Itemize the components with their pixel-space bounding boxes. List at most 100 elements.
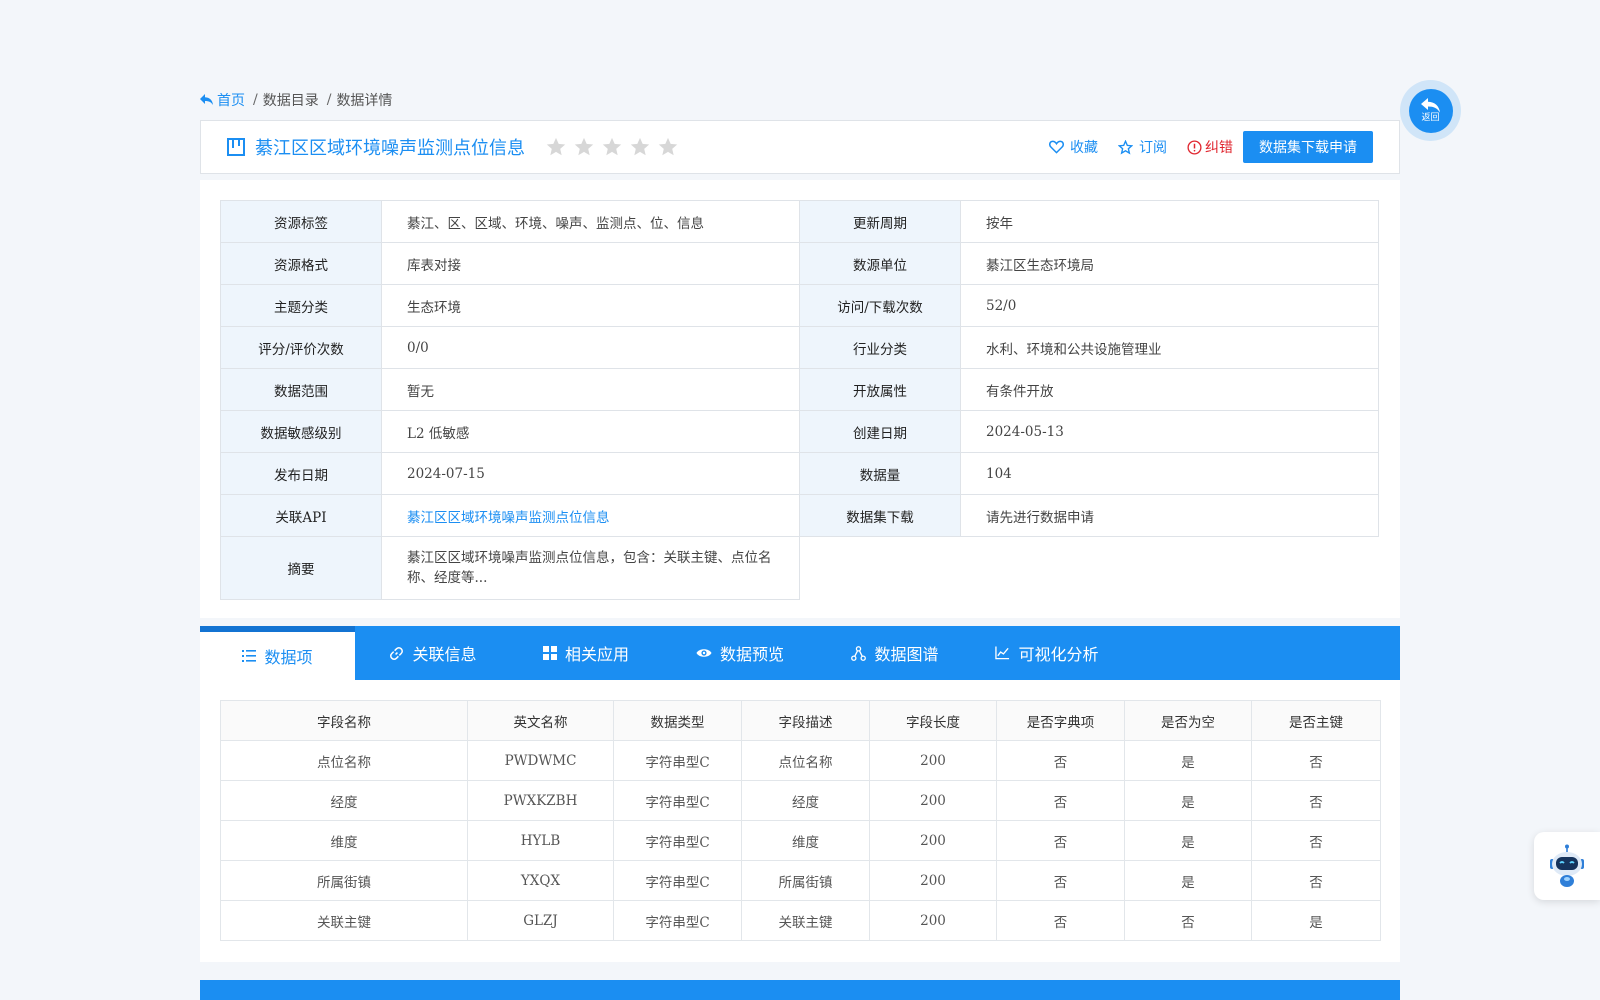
table-cell: 否 [1251,860,1381,901]
dataset-download-apply-button[interactable]: 数据集下载申请 [1243,131,1373,163]
info-label: 数据范围 [220,368,382,411]
table-cell: 200 [869,780,997,821]
tab-data-graph[interactable]: 数据图谱 [819,626,971,680]
table-cell: 所属街镇 [741,860,870,901]
table-cell: 字符串型C [613,780,742,821]
fields-panel: 字段名称 英文名称 数据类型 字段描述 字段长度 是否字典项 是否为空 是否主键… [200,680,1400,962]
column-header: 字段长度 [869,700,997,741]
info-value: 2024-05-13 [960,410,1379,453]
info-row: 主题分类 生态环境 访问/下载次数 52/0 [220,284,1379,327]
rating-stars[interactable] [545,136,685,158]
table-cell: 否 [996,780,1125,821]
tab-related-apps[interactable]: 相关应用 [511,626,661,680]
table-cell: 字符串型C [613,900,742,941]
info-value: L2 低敏感 [381,410,800,453]
table-cell: 否 [1124,900,1252,941]
back-button[interactable]: 返回 [1400,80,1461,141]
table-cell: 所属街镇 [220,860,468,901]
table-cell: GLZJ [467,900,614,941]
tab-related-info[interactable]: 关联信息 [355,626,511,680]
table-cell: YXQX [467,860,614,901]
table-row: 维度 HYLB 字符串型C 维度 200 否 是 否 [220,820,1381,861]
tab-label: 关联信息 [412,645,477,664]
info-value: 綦江、区、区域、环境、噪声、监测点、位、信息 [381,200,800,243]
reply-icon [200,94,213,105]
table-cell: 经度 [220,780,468,821]
back-button-inner: 返回 [1408,88,1453,133]
assistant-robot-button[interactable] [1534,832,1600,900]
tab-label: 数据项 [264,648,313,667]
table-cell: 200 [869,820,997,861]
info-value: 0/0 [381,326,800,369]
breadcrumb-item-catalog[interactable]: 数据目录 [263,90,319,110]
favorite-label: 收藏 [1070,140,1098,156]
list-icon [242,650,257,662]
table-cell: 点位名称 [741,740,870,781]
info-row: 数据范围 暂无 开放属性 有条件开放 [220,368,1379,411]
tab-data-preview[interactable]: 数据预览 [661,626,819,680]
info-label: 数据量 [799,452,961,495]
column-header: 字段名称 [220,700,468,741]
info-value: 52/0 [960,284,1379,327]
info-label: 摘要 [220,536,382,600]
info-label: 更新周期 [799,200,961,243]
column-header: 数据类型 [613,700,742,741]
line-chart-icon [995,646,1010,660]
info-label: 数源单位 [799,242,961,285]
column-header: 是否字典项 [996,700,1125,741]
table-cell: 否 [1251,820,1381,861]
column-header: 是否为空 [1124,700,1252,741]
tab-label: 数据图谱 [874,645,939,664]
info-label: 行业分类 [799,326,961,369]
info-label: 资源标签 [220,200,382,243]
table-cell: 是 [1124,780,1252,821]
tab-label: 可视化分析 [1018,645,1099,664]
table-cell: PWDWMC [467,740,614,781]
favorite-button[interactable]: 收藏 [1049,137,1098,157]
dataset-header: 綦江区区域环境噪声监测点位信息 收藏 订阅 纠错 数据集下载申请 [200,120,1400,174]
alert-circle-icon [1187,139,1202,155]
table-row: 经度 PWXKZBH 字符串型C 经度 200 否 是 否 [220,780,1381,821]
report-error-button[interactable]: 纠错 [1187,137,1233,157]
info-label: 访问/下载次数 [799,284,961,327]
breadcrumb-home[interactable]: 首页 [200,90,245,110]
empty-cell [800,537,1379,600]
table-cell: 否 [996,820,1125,861]
star-icon[interactable] [545,136,567,158]
tab-data-items[interactable]: 数据项 [200,626,355,680]
table-cell: 否 [996,860,1125,901]
info-row: 发布日期 2024-07-15 数据量 104 [220,452,1379,495]
table-cell: 经度 [741,780,870,821]
star-icon[interactable] [629,136,651,158]
info-label: 发布日期 [220,452,382,495]
info-value: 暂无 [381,368,800,411]
table-cell: 是 [1124,860,1252,901]
table-cell: 否 [996,900,1125,941]
star-icon[interactable] [657,136,679,158]
table-cell: 字符串型C [613,820,742,861]
info-label: 主题分类 [220,284,382,327]
info-label: 关联API [220,494,382,537]
breadcrumb-home-label: 首页 [217,93,245,109]
table-cell: 否 [996,740,1125,781]
star-icon[interactable] [601,136,623,158]
breadcrumb: 首页 / 数据目录 / 数据详情 [200,90,392,110]
back-button-label: 返回 [1421,113,1440,123]
subscribe-label: 订阅 [1139,140,1167,156]
related-api-link[interactable]: 綦江区区域环境噪声监测点位信息 [381,494,800,537]
info-panel: 资源标签 綦江、区、区域、环境、噪声、监测点、位、信息 更新周期 按年 资源格式… [200,180,1400,618]
info-label: 数据敏感级别 [220,410,382,453]
star-icon[interactable] [573,136,595,158]
info-value: 按年 [960,200,1379,243]
info-row: 资源格式 库表对接 数源单位 綦江区生态环境局 [220,242,1379,285]
breadcrumb-item-detail: 数据详情 [336,93,393,109]
report-error-label: 纠错 [1205,140,1233,156]
table-row: 关联主键 GLZJ 字符串型C 关联主键 200 否 否 是 [220,900,1381,941]
breadcrumb-separator: / [253,92,258,108]
tab-visual-analysis[interactable]: 可视化分析 [971,626,1123,680]
info-label: 创建日期 [799,410,961,453]
heart-icon [1049,140,1064,154]
table-cell: 是 [1124,820,1252,861]
subscribe-button[interactable]: 订阅 [1118,137,1167,157]
info-value: 水利、环境和公共设施管理业 [960,326,1379,369]
